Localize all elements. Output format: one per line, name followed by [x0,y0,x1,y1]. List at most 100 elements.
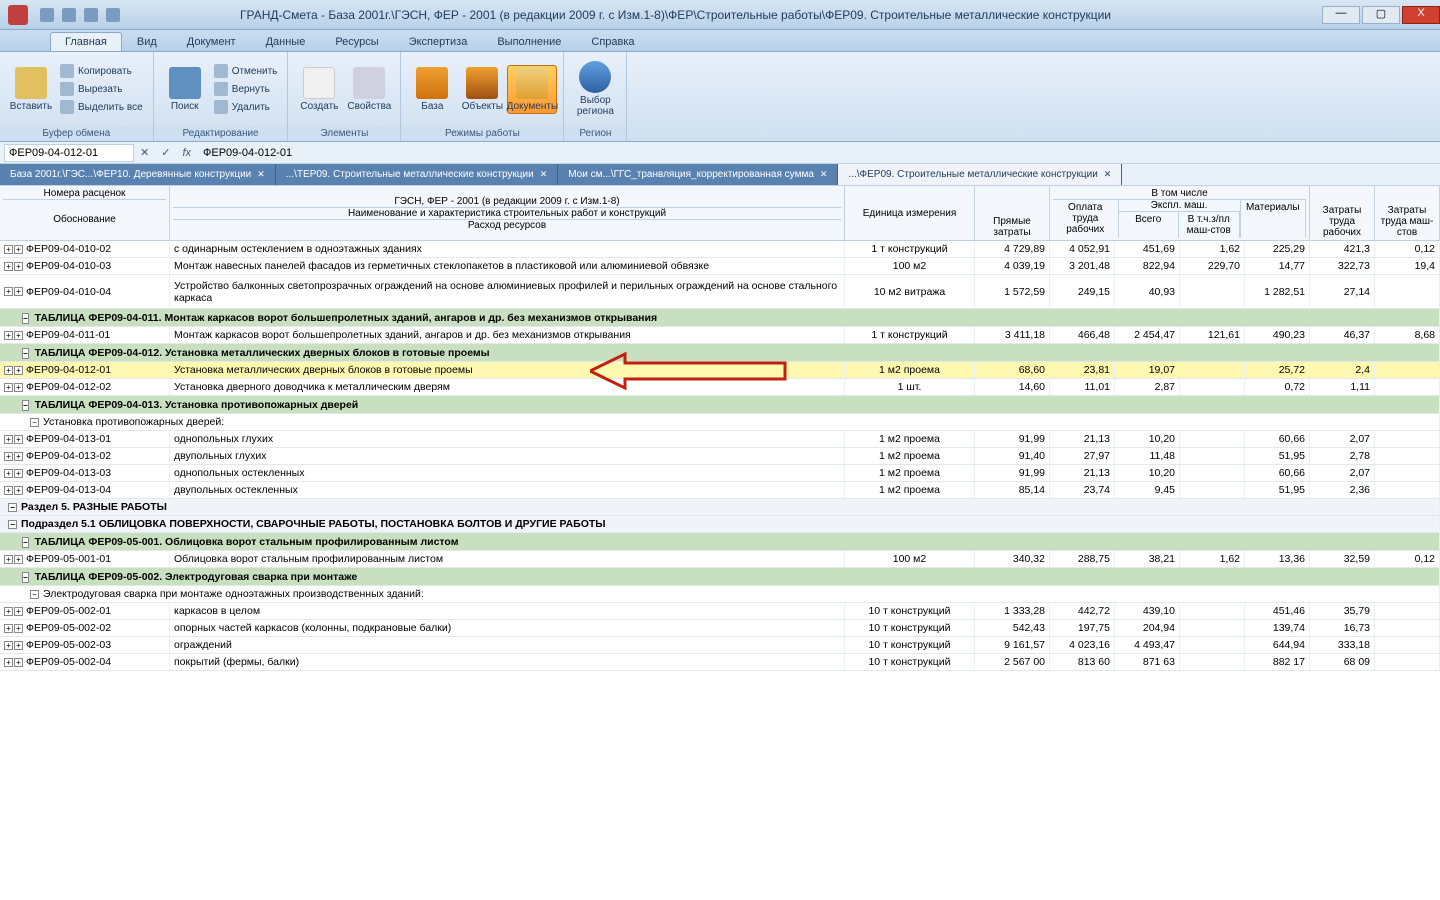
cell-name[interactable]: каркасов в целом [170,603,845,619]
table-row[interactable]: ++ФЕР09-05-002-02опорных частей каркасов… [0,620,1440,637]
expand-icon[interactable]: + [4,658,13,667]
expand-icon[interactable]: + [4,287,13,296]
cell-name[interactable]: однопольных остекленных [170,465,845,481]
cell-code[interactable]: ++ФЕР09-04-011-01 [0,327,170,343]
table-row[interactable]: ++ФЕР09-04-012-01Установка металлических… [0,362,1440,379]
collapse-icon[interactable]: − [22,348,29,359]
expand-icon[interactable]: + [14,245,23,254]
expand-icon[interactable]: + [4,245,13,254]
table-row[interactable]: ++ФЕР09-05-002-03ограждений10 т конструк… [0,637,1440,654]
cell-name[interactable]: покрытий (фермы, балки) [170,654,845,670]
region-button[interactable]: Выбор региона [570,59,620,119]
ribbon-tab-6[interactable]: Выполнение [482,32,576,51]
expand-icon[interactable]: + [14,331,23,340]
cell-name[interactable]: Монтаж каркасов ворот большепролетных зд… [170,327,845,343]
close-button[interactable]: X [1402,6,1440,24]
name-box[interactable]: ФЕР09-04-012-01 [4,144,134,162]
table-row[interactable]: −ТАБЛИЦА ФЕР09-05-002. Электродуговая св… [0,568,1440,586]
base-button[interactable]: База [407,65,457,114]
expand-icon[interactable]: + [14,641,23,650]
expand-icon[interactable]: + [14,658,23,667]
expand-icon[interactable]: + [4,555,13,564]
table-row[interactable]: −ТАБЛИЦА ФЕР09-04-013. Установка противо… [0,396,1440,414]
cell-code[interactable]: ++ФЕР09-04-010-03 [0,258,170,274]
doc-tab-3[interactable]: ...\ФЕР09. Строительные металлические ко… [838,164,1122,185]
cell-name[interactable]: Монтаж навесных панелей фасадов из герме… [170,258,845,274]
cut-button[interactable]: Вырезать [56,81,147,97]
ribbon-tab-5[interactable]: Экспертиза [394,32,483,51]
objects-button[interactable]: Объекты [457,65,507,114]
table-row[interactable]: ++ФЕР09-04-012-02Установка дверного дово… [0,379,1440,396]
table-row[interactable]: ++ФЕР09-04-013-01однопольных глухих1 м2 … [0,431,1440,448]
collapse-icon[interactable]: − [8,503,17,512]
accept-formula-icon[interactable]: ✓ [155,144,176,161]
ribbon-tab-0[interactable]: Главная [50,32,122,51]
grid-body[interactable]: ++ФЕР09-04-010-02с одинарным остеклением… [0,241,1440,671]
cell-code[interactable]: ++ФЕР09-04-013-02 [0,448,170,464]
collapse-icon[interactable]: − [30,590,39,599]
cell-name[interactable]: Установка дверного доводчика к металличе… [170,379,845,395]
cell-name[interactable]: с одинарным остеклением в одноэтажных зд… [170,241,845,257]
tab-close-icon[interactable]: ✕ [540,169,548,180]
cell-code[interactable]: ++ФЕР09-04-010-04 [0,275,170,308]
expand-icon[interactable]: + [4,486,13,495]
cancel-formula-icon[interactable]: ✕ [134,144,155,161]
cell-code[interactable]: ++ФЕР09-04-010-02 [0,241,170,257]
table-row[interactable]: ++ФЕР09-04-010-04Устройство балконных св… [0,275,1440,309]
select-all-button[interactable]: Выделить все [56,99,147,115]
expand-icon[interactable]: + [14,383,23,392]
minimize-button[interactable]: — [1322,6,1360,24]
expand-icon[interactable]: + [14,287,23,296]
expand-icon[interactable]: + [14,435,23,444]
tab-close-icon[interactable]: ✕ [257,169,265,180]
cell-name[interactable]: Облицовка ворот стальным профилированным… [170,551,845,567]
expand-icon[interactable]: + [4,607,13,616]
copy-button[interactable]: Копировать [56,63,147,79]
tab-close-icon[interactable]: ✕ [820,169,828,180]
create-button[interactable]: Создать [294,65,344,114]
table-row[interactable]: −Установка противопожарных дверей: [0,414,1440,431]
qat-save-icon[interactable] [40,8,54,22]
documents-button[interactable]: Документы [507,65,557,114]
table-row[interactable]: ++ФЕР09-05-001-01Облицовка ворот стальны… [0,551,1440,568]
maximize-button[interactable]: ▢ [1362,6,1400,24]
collapse-icon[interactable]: − [22,537,29,548]
undo-button[interactable]: Отменить [210,63,282,79]
expand-icon[interactable]: + [14,469,23,478]
ribbon-tab-3[interactable]: Данные [251,32,321,51]
qat-redo-icon[interactable] [84,8,98,22]
cell-name[interactable]: опорных частей каркасов (колонны, подкра… [170,620,845,636]
expand-icon[interactable]: + [14,486,23,495]
expand-icon[interactable]: + [4,641,13,650]
cell-code[interactable]: ++ФЕР09-05-001-01 [0,551,170,567]
table-row[interactable]: ++ФЕР09-04-013-02двупольных глухих1 м2 п… [0,448,1440,465]
expand-icon[interactable]: + [4,262,13,271]
table-row[interactable]: ++ФЕР09-04-013-04двупольных остекленных1… [0,482,1440,499]
ribbon-tab-4[interactable]: Ресурсы [320,32,393,51]
expand-icon[interactable]: + [4,624,13,633]
cell-code[interactable]: ++ФЕР09-04-013-03 [0,465,170,481]
table-row[interactable]: ++ФЕР09-04-011-01Монтаж каркасов ворот б… [0,327,1440,344]
expand-icon[interactable]: + [4,452,13,461]
collapse-icon[interactable]: − [8,520,17,529]
table-row[interactable]: −Электродуговая сварка при монтаже одноэ… [0,586,1440,603]
collapse-icon[interactable]: − [30,418,39,427]
cell-name[interactable]: двупольных остекленных [170,482,845,498]
expand-icon[interactable]: + [4,366,13,375]
table-row[interactable]: ++ФЕР09-04-010-03Монтаж навесных панелей… [0,258,1440,275]
collapse-icon[interactable]: − [22,572,29,583]
cell-code[interactable]: ++ФЕР09-04-012-01 [0,362,170,378]
ribbon-tab-1[interactable]: Вид [122,32,172,51]
doc-tab-1[interactable]: ...\ТЕР09. Строительные металлические ко… [276,164,558,185]
table-row[interactable]: ++ФЕР09-05-002-01каркасов в целом10 т ко… [0,603,1440,620]
expand-icon[interactable]: + [14,624,23,633]
formula-input[interactable]: ФЕР09-04-012-01 [197,145,1436,161]
table-row[interactable]: ++ФЕР09-04-010-02с одинарным остеклением… [0,241,1440,258]
cell-code[interactable]: ++ФЕР09-04-012-02 [0,379,170,395]
ribbon-tab-2[interactable]: Документ [172,32,251,51]
cell-name[interactable]: однопольных глухих [170,431,845,447]
cell-name[interactable]: Устройство балконных светопрозрачных огр… [170,275,845,308]
cell-code[interactable]: ++ФЕР09-05-002-04 [0,654,170,670]
expand-icon[interactable]: + [14,607,23,616]
expand-icon[interactable]: + [14,555,23,564]
